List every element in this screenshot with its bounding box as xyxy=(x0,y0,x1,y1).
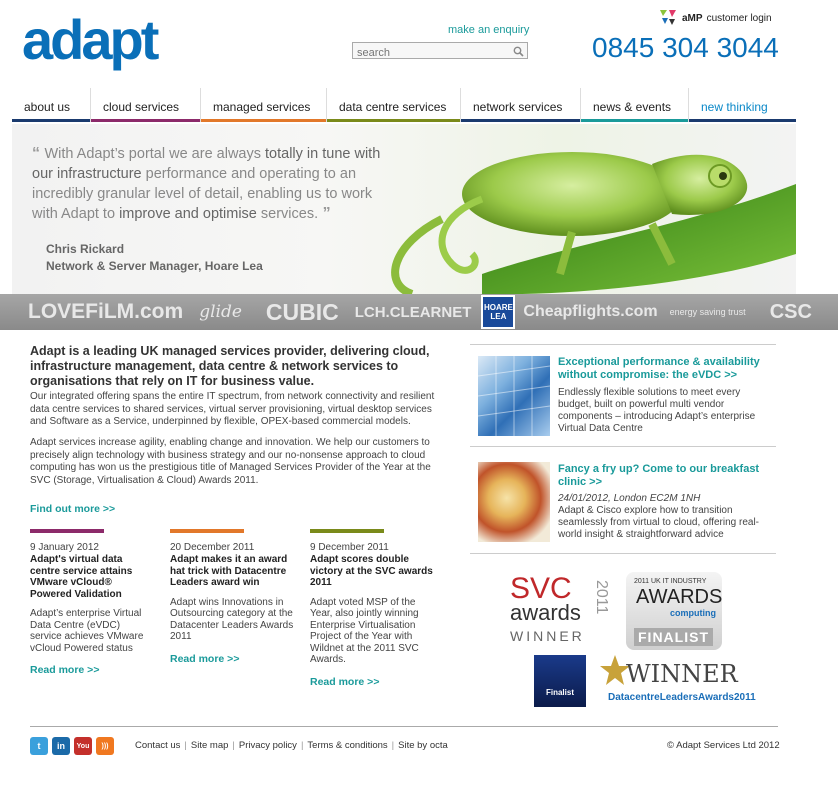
amp-logo-icon xyxy=(658,8,678,29)
client-logo-hoare-lea: HOARE LEA xyxy=(481,295,516,329)
uk-it-industry-awards-logo: 2011 UK IT INDUSTRY AWARDS computing FIN… xyxy=(626,572,722,650)
footer-divider xyxy=(30,726,778,727)
breakfast-clinic-link[interactable]: Fancy a fry up? Come to our breakfast cl… xyxy=(558,463,773,489)
footer-link-privacy-policy[interactable]: Privacy policy xyxy=(239,740,297,751)
news-item: 9 December 2011 Adapt scores double vict… xyxy=(310,529,434,688)
client-logo-lovefilm: LOVEFiLM.com xyxy=(28,300,184,323)
amp-login-label: customer login xyxy=(706,13,772,24)
nav-about-us[interactable]: about us xyxy=(12,88,90,122)
footer-link-contact-us[interactable]: Contact us xyxy=(135,740,180,751)
footer-link-terms-conditions[interactable]: Terms & conditions xyxy=(307,740,387,751)
testimonial-name: Chris Rickard xyxy=(46,242,125,256)
news-title[interactable]: Adapt scores double victory at the SVC a… xyxy=(310,554,434,589)
amp-brand: aMP xyxy=(682,13,703,24)
news-title[interactable]: Adapt's virtual data centre service atta… xyxy=(30,554,154,600)
client-logo-cheapflights: Cheapflights.com xyxy=(523,303,658,320)
nav-new-thinking[interactable]: new thinking xyxy=(688,88,796,122)
phone-number: 0845 304 3044 xyxy=(592,32,779,63)
news-read-more-link[interactable]: Read more >> xyxy=(30,664,154,676)
nav-managed-services[interactable]: managed services xyxy=(200,88,326,122)
divider xyxy=(470,553,776,554)
client-logo-energy-saving-trust: energy saving trust xyxy=(669,307,746,317)
datacentre-leaders-award-logo: WINNER DatacentreLeadersAwards2011 xyxy=(600,654,756,710)
breakfast-clinic-date-location: 24/01/2012, London EC2M 1NH xyxy=(558,493,701,504)
news-date: 20 December 2011 xyxy=(170,542,255,553)
news-color-bar xyxy=(170,529,244,533)
news-item: 20 December 2011 Adapt makes it an award… xyxy=(170,529,294,665)
social-links: t in You ))) xyxy=(30,737,114,755)
news-color-bar xyxy=(30,529,104,533)
amp-customer-login-link[interactable]: aMP customer login xyxy=(658,8,772,29)
breakfast-image[interactable] xyxy=(478,462,550,542)
footer-links: Contact us | Site map | Privacy policy | Te… xyxy=(135,740,448,751)
make-enquiry-link[interactable]: make an enquiry xyxy=(448,24,529,36)
news-summary: Adapt wins Innovations in Outsourcing ca… xyxy=(170,596,294,643)
search-icon[interactable] xyxy=(513,44,524,62)
news-color-bar xyxy=(310,529,384,533)
evdc-feature-text: Endlessly flexible solutions to meet eve… xyxy=(558,387,756,434)
divider xyxy=(470,344,776,345)
youtube-icon[interactable]: You xyxy=(74,737,92,755)
news-title[interactable]: Adapt makes it an award hat trick with D… xyxy=(170,554,294,589)
client-logo-glide: glide xyxy=(199,302,242,322)
find-out-more-link[interactable]: Find out more >> xyxy=(30,503,115,515)
news-date: 9 January 2012 xyxy=(30,542,99,553)
intro-heading: Adapt is a leading UK managed services p… xyxy=(30,344,430,388)
client-logos-bar: LOVEFiLM.com glide CUBIC LCH.CLEARNET HO… xyxy=(0,294,838,330)
testimonial-attribution: Chris Rickard Network & Server Manager, … xyxy=(46,241,263,275)
search-box xyxy=(352,42,528,62)
evdc-building-image[interactable] xyxy=(477,356,551,436)
divider xyxy=(470,446,776,447)
client-logo-csc: CSC xyxy=(769,300,812,323)
intro-paragraph-2: Adapt services increase agility, enablin… xyxy=(30,437,431,486)
main-nav: about us cloud services managed services… xyxy=(12,88,796,122)
nav-news-events[interactable]: news & events xyxy=(580,88,688,122)
copyright-notice: © Adapt Services Ltd 2012 xyxy=(667,740,780,751)
intro-paragraph-1: Our integrated offering spans the entire… xyxy=(30,391,435,427)
nav-cloud-services[interactable]: cloud services xyxy=(90,88,200,122)
svc-awards-winner-logo: SVC awards 2011 WINNER xyxy=(510,572,610,645)
nav-data-centre-services[interactable]: data centre services xyxy=(326,88,460,122)
news-read-more-link[interactable]: Read more >> xyxy=(310,676,434,688)
news-item: 9 January 2012 Adapt's virtual data cent… xyxy=(30,529,154,676)
evdc-feature-link[interactable]: Exceptional performance & availability w… xyxy=(558,356,773,382)
footer-link-site-map[interactable]: Site map xyxy=(191,740,229,751)
client-logo-lch-clearnet: LCH.CLEARNET xyxy=(354,303,472,321)
rss-icon[interactable]: ))) xyxy=(96,737,114,755)
testimonial-quote: “ With Adapt’s portal we are always tota… xyxy=(32,145,381,222)
news-summary: Adapt voted MSP of the Year, also jointl… xyxy=(310,596,419,666)
breakfast-clinic-text: Adapt & Cisco explore how to transition … xyxy=(558,505,760,540)
linkedin-icon[interactable]: in xyxy=(52,737,70,755)
footer-link-site-by-octa[interactable]: Site by octa xyxy=(398,740,448,751)
news-read-more-link[interactable]: Read more >> xyxy=(170,653,294,665)
search-input[interactable] xyxy=(353,45,511,61)
client-logo-cubic: CUBIC xyxy=(265,298,339,325)
twitter-icon[interactable]: t xyxy=(30,737,48,755)
nav-network-services[interactable]: network services xyxy=(460,88,580,122)
testimonial-role: Network & Server Manager, Hoare Lea xyxy=(46,259,263,273)
news-summary: Adapt’s enterprise Virtual Data Centre (… xyxy=(30,608,144,654)
adapt-logo[interactable]: adapt xyxy=(22,10,159,70)
finalist-badge-logo: Finalist xyxy=(534,655,586,707)
news-date: 9 December 2011 xyxy=(310,542,389,553)
